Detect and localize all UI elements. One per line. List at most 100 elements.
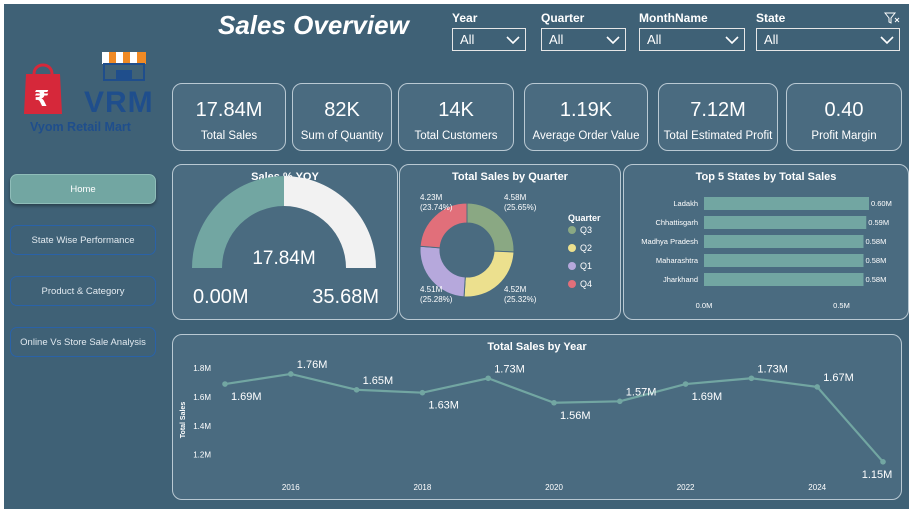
line-point xyxy=(748,375,755,382)
logo: ₹ VRM Vyom Retail Mart xyxy=(22,44,154,144)
svg-text:₹: ₹ xyxy=(34,86,49,111)
yearly-panel: Total Sales by Year 1.2M 1.4M 1.6M 1.8M Tota… xyxy=(172,334,902,500)
kpi-value: 82K xyxy=(324,99,360,121)
quarter-panel: Total Sales by Quarter 4.58M (25.65%) 4.52… xyxy=(399,164,621,320)
x-tick-label: 2016 xyxy=(282,483,300,492)
kpi-card-quantity: 82K Sum of Quantity xyxy=(292,83,392,151)
x-tick-label: 2018 xyxy=(414,483,432,492)
filter-monthname-label: MonthName xyxy=(639,11,708,25)
data-label: 1.63M xyxy=(428,400,459,412)
dashboard-canvas: Sales Overview Year All Quarter All Mont… xyxy=(4,4,909,509)
states-panel: Top 5 States by Total Sales Ladakh 0.60M C… xyxy=(623,164,909,320)
filter-monthname: MonthName All xyxy=(639,11,745,51)
legend-marker xyxy=(568,226,576,234)
donut-value-label: 4.51M xyxy=(420,285,443,294)
data-label: 1.69M xyxy=(231,391,262,403)
filter-monthname-value: All xyxy=(647,32,662,47)
kpi-label: Total Customers xyxy=(414,130,498,142)
data-label: 1.69M xyxy=(692,391,723,403)
legend-marker xyxy=(568,244,576,252)
kpi-card-profit: 7.12M Total Estimated Profit xyxy=(658,83,778,151)
legend-marker xyxy=(568,262,576,270)
kpi-label: Average Order Value xyxy=(532,130,640,142)
filter-quarter-dropdown[interactable]: All xyxy=(541,28,626,51)
kpi-value: 1.19K xyxy=(559,99,613,121)
kpi-card-aov: 1.19K Average Order Value xyxy=(524,83,648,151)
bar xyxy=(704,216,867,229)
filter-year-label: Year xyxy=(452,11,478,25)
kpi-value: 14K xyxy=(438,99,474,121)
filter-state: State All xyxy=(756,11,900,51)
y-tick-label: 1.2M xyxy=(193,451,211,460)
line-point xyxy=(814,384,820,390)
nav-product-category-label: Product & Category xyxy=(41,285,125,297)
quarter-donut-chart[interactable]: 4.58M(25.65%) 4.52M(25.32%) 4.51M(25.28%) 4… xyxy=(400,165,620,319)
nav-home-label: Home xyxy=(70,183,96,195)
x-tick-label: 0.0M xyxy=(696,301,713,310)
bar xyxy=(704,254,864,267)
states-bar-chart[interactable]: Ladakh 0.60M Chhattisgarh 0.59M Madhya Prade… xyxy=(624,165,908,319)
bar-value-label: 0.58M xyxy=(866,256,887,265)
nav-state-wise-label: State Wise Performance xyxy=(31,234,135,246)
chevron-down-icon xyxy=(725,35,739,44)
kpi-label: Sum of Quantity xyxy=(300,130,384,142)
yearly-line-chart[interactable]: 1.2M 1.4M 1.6M 1.8M Total Sales 2016 2018 2020 2… xyxy=(173,335,901,499)
line-point xyxy=(222,381,228,387)
filter-monthname-dropdown[interactable]: All xyxy=(639,28,745,51)
data-label: 1.65M xyxy=(363,375,394,387)
data-label: 1.67M xyxy=(823,372,854,384)
x-tick-label: 2022 xyxy=(677,483,695,492)
nav-state-wise-button[interactable]: State Wise Performance xyxy=(10,225,156,255)
filter-state-dropdown[interactable]: All xyxy=(756,28,900,51)
line-point xyxy=(880,459,886,465)
legend-entry: Q1 xyxy=(580,261,592,271)
gauge-chart[interactable]: 17.84M0.00M 35.68M xyxy=(173,165,397,319)
nav-online-vs-store-button[interactable]: Online Vs Store Sale Analysis xyxy=(10,327,156,357)
line-point xyxy=(288,371,294,377)
bar-value-label: 0.58M xyxy=(866,237,887,246)
donut-value-label: 4.58M xyxy=(504,193,527,202)
legend-entry: Q2 xyxy=(580,243,592,253)
line-point xyxy=(419,389,426,396)
donut-pct-label: (25.32%) xyxy=(504,295,537,304)
chevron-down-icon xyxy=(606,35,620,44)
nav-product-category-button[interactable]: Product & Category xyxy=(10,276,156,306)
filter-year-value: All xyxy=(460,32,475,47)
bar xyxy=(704,273,864,286)
bar-value-label: 0.59M xyxy=(868,218,889,227)
x-tick-label: 2020 xyxy=(545,483,563,492)
gauge-min-label: 0.00M xyxy=(193,286,249,308)
data-label: 1.15M xyxy=(862,469,893,481)
bar-category-label: Chhattisgarh xyxy=(655,218,698,227)
line-series xyxy=(224,372,884,463)
kpi-value: 17.84M xyxy=(195,99,263,121)
data-label: 1.56M xyxy=(560,410,591,422)
x-tick-label: 0.5M xyxy=(833,301,850,310)
line-point xyxy=(682,381,689,387)
legend-entry: Q4 xyxy=(580,279,592,289)
donut-pct-label: (23.74%) xyxy=(420,203,453,212)
data-label: 1.73M xyxy=(494,363,525,375)
bar-value-label: 0.58M xyxy=(866,275,887,284)
bar-category-label: Ladakh xyxy=(673,199,698,208)
gauge-value-label: 17.84M xyxy=(252,248,315,269)
filter-year-dropdown[interactable]: All xyxy=(452,28,526,51)
legend-marker xyxy=(568,280,576,288)
logo-brand: VRM xyxy=(84,86,154,119)
gauge-max-label: 35.68M xyxy=(312,286,379,308)
kpi-card-customers: 14K Total Customers xyxy=(398,83,514,151)
legend-title: Quarter xyxy=(568,213,601,223)
bar xyxy=(704,197,869,210)
filter-state-value: All xyxy=(764,32,779,47)
donut-pct-label: (25.65%) xyxy=(504,203,537,212)
bar xyxy=(704,235,864,248)
donut-pct-label: (25.28%) xyxy=(420,295,453,304)
clear-filter-icon[interactable] xyxy=(884,12,900,24)
y-tick-label: 1.8M xyxy=(193,364,211,373)
nav-home-button[interactable]: Home xyxy=(10,174,156,204)
filter-year: Year All xyxy=(452,11,526,51)
line-point xyxy=(551,399,557,406)
x-tick-label: 2024 xyxy=(808,483,826,492)
y-tick-label: 1.4M xyxy=(193,422,211,431)
gauge-panel: Sales % YOY 17.84M0.00M35.68M xyxy=(172,164,398,320)
